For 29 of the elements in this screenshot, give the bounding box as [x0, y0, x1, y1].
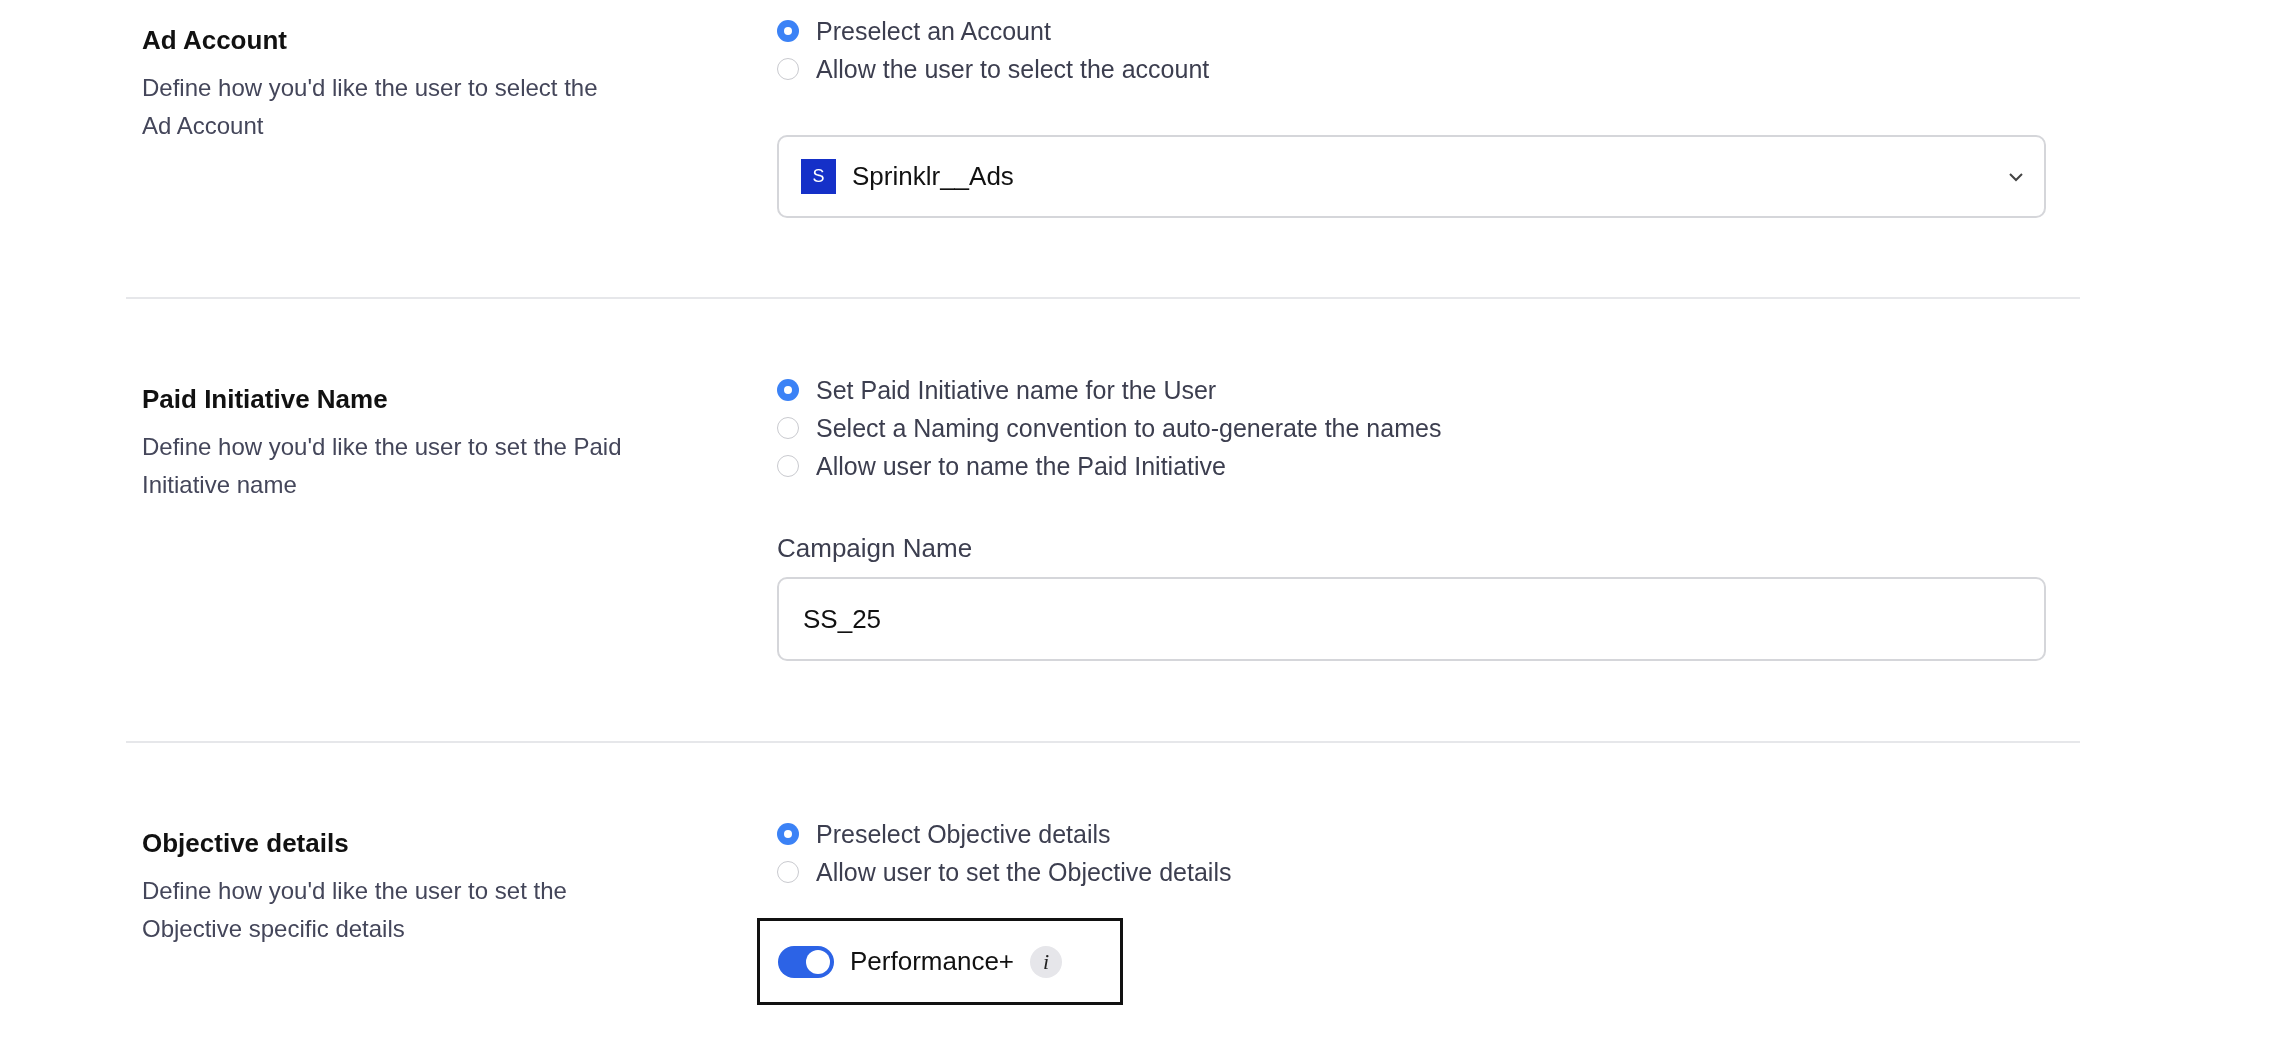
section-description: Define how you'd like the user to set the Objective specific details: [142, 876, 568, 944]
radio-button[interactable]: [777, 455, 799, 477]
radio-label: Preselect Objective details: [816, 819, 1111, 849]
section-title: Objective details: [142, 828, 350, 858]
section-description: Define how you'd like the user to set the Paid Initiative name: [142, 432, 622, 500]
radio-label: Select a Naming convention to auto-generate the names: [816, 413, 1442, 443]
radio-button[interactable]: [777, 417, 799, 439]
section-description: Define how you'd like the user to select the Ad Account: [142, 73, 599, 141]
radio-button[interactable]: [777, 20, 799, 42]
toggle-label: Performance+: [850, 946, 1015, 977]
account-logo: S: [801, 159, 836, 194]
radio-label: Preselect an Account: [816, 16, 1051, 46]
section-title: Paid Initiative Name: [142, 384, 389, 414]
radio-button[interactable]: [777, 861, 799, 883]
toggle-switch[interactable]: [778, 945, 834, 978]
account-dropdown[interactable]: S Sprinklr__Ads: [777, 135, 2046, 218]
radio-label: Allow the user to select the account: [816, 54, 1210, 84]
chevron-down-icon: [2008, 171, 2024, 182]
field-label: Campaign Name: [777, 532, 974, 565]
dropdown-value: Sprinklr__Ads: [852, 161, 1015, 192]
section-title: Ad Account: [142, 25, 288, 55]
radio-label: Set Paid Initiative name for the User: [816, 375, 1217, 405]
radio-label: Allow user to set the Objective details: [816, 857, 1232, 887]
radio-button[interactable]: [777, 379, 799, 401]
radio-button[interactable]: [777, 823, 799, 845]
radio-label: Allow user to name the Paid Initiative: [816, 451, 1226, 481]
info-icon[interactable]: i: [1030, 945, 1063, 978]
radio-button[interactable]: [777, 58, 799, 80]
input-field[interactable]: SS_25: [777, 577, 2046, 661]
